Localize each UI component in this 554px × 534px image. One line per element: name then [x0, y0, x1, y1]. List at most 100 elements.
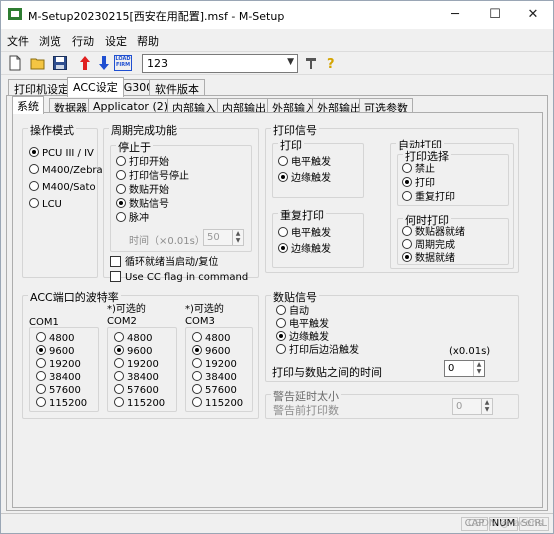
menu-browse[interactable]: 浏览: [39, 33, 61, 49]
mode-m400-zebra-radio[interactable]: M400/Zebra: [29, 164, 103, 177]
load-firmware-icon[interactable]: LOAD FIRM: [114, 55, 132, 71]
minimize-button[interactable]: ─: [435, 1, 475, 29]
com2-115200-radio[interactable]: 115200: [114, 397, 165, 410]
baud-rate-group: ACC端口的波特率 COM1 4800 9600 19200 38400 576…: [22, 289, 259, 419]
cycle-ready-checkbox[interactable]: 循环就绪当启动/复位: [110, 256, 218, 269]
menu-action[interactable]: 行动: [72, 33, 94, 49]
com3-115200-radio[interactable]: 115200: [192, 397, 243, 410]
warn-count-value: 0: [456, 401, 463, 412]
download-arrow-icon[interactable]: [96, 55, 112, 71]
new-file-icon[interactable]: [7, 55, 23, 71]
menu-bar: 文件 浏览 行动 设定 帮助: [1, 30, 553, 50]
stop-print-signal-stop-radio[interactable]: 打印信号停止: [116, 170, 189, 183]
menu-settings[interactable]: 设定: [105, 33, 127, 49]
save-icon[interactable]: [52, 55, 68, 71]
cycle-complete-title: 周期完成功能: [109, 122, 179, 138]
com1-9600-radio[interactable]: 9600: [36, 345, 74, 358]
com2-19200-radio[interactable]: 19200: [114, 358, 159, 371]
print-level-trigger-radio[interactable]: 电平触发: [278, 156, 331, 169]
cycle-complete-group: 周期完成功能 停止于 打印开始 打印信号停止 数贴开始 数贴信号 脉冲 时间（×…: [103, 122, 259, 283]
chevron-down-icon: ▼: [287, 57, 294, 67]
mode-m400-sato-radio[interactable]: M400/Sato: [29, 181, 96, 194]
label-signal-title: 数贴信号: [271, 289, 319, 305]
stop-pulse-radio[interactable]: 脉冲: [116, 212, 149, 225]
subtab-system[interactable]: 系统: [12, 96, 44, 114]
com2-38400-radio[interactable]: 38400: [114, 371, 159, 384]
time-stepper[interactable]: 50 ▲ ▼: [203, 229, 244, 246]
time-value: 50: [207, 232, 220, 243]
print-select-repeat-radio[interactable]: 重复打印: [402, 191, 455, 204]
upload-arrow-icon[interactable]: [77, 55, 93, 71]
label-signal-group: 数贴信号 自动 电平触发 边缘触发 打印后边沿触发 (x0.01s) 打印与数贴…: [265, 289, 519, 382]
repeat-level-trigger-radio[interactable]: 电平触发: [278, 227, 331, 240]
mode-pcu-radio[interactable]: PCU III / IV: [29, 147, 94, 160]
status-bar: CAP NUM SCRL CSDN @racens: [1, 513, 553, 533]
delay-value: 0: [448, 363, 455, 374]
stop-label-signal-radio[interactable]: 数贴信号: [116, 198, 169, 211]
menu-help[interactable]: 帮助: [137, 33, 159, 49]
com1-group: 4800 9600 19200 38400 57600 115200: [29, 327, 99, 412]
label-auto-radio[interactable]: 自动: [276, 305, 309, 318]
when-cycle-complete-radio[interactable]: 周期完成: [402, 239, 455, 252]
com2-4800-radio[interactable]: 4800: [114, 332, 152, 345]
label-post-print-edge-radio[interactable]: 打印后边沿触发: [276, 344, 359, 357]
com3-57600-radio[interactable]: 57600: [192, 384, 237, 397]
watermark: CSDN @racens: [467, 518, 543, 529]
tab-software-version[interactable]: 软件版本: [149, 79, 205, 96]
when-applicator-ready-radio[interactable]: 数贴器就绪: [402, 226, 465, 239]
com2-57600-radio[interactable]: 57600: [114, 384, 159, 397]
use-cc-flag-checkbox[interactable]: Use CC flag in command: [110, 271, 248, 284]
title-bar: M-Setup20230215[西安在用配置].msf - M-Setup ─ …: [1, 1, 553, 29]
tab-acc-settings[interactable]: ACC设定: [67, 77, 124, 97]
com2-9600-radio[interactable]: 9600: [114, 345, 152, 358]
com3-9600-radio[interactable]: 9600: [192, 345, 230, 358]
com1-38400-radio[interactable]: 38400: [36, 371, 81, 384]
toolbar: LOAD FIRM 123 ▼ ?: [1, 51, 553, 75]
config-combo[interactable]: 123 ▼: [142, 54, 298, 73]
svg-text:?: ?: [327, 57, 335, 71]
acc-settings-page: 系统 数据器 Applicator (2) 内部输入 内部输出 外部输入 外部输…: [6, 95, 548, 511]
help-icon[interactable]: ?: [323, 55, 339, 71]
close-button[interactable]: ✕: [513, 1, 553, 29]
warn-count-stepper[interactable]: 0 ▲ ▼: [452, 398, 493, 415]
warn-delay-group: 警告延时太小 警告前打印数 0 ▲ ▼: [265, 388, 519, 419]
label-level-trigger-radio[interactable]: 电平触发: [276, 318, 329, 331]
com2-group: 4800 9600 19200 38400 57600 115200: [107, 327, 177, 412]
delay-unit-label: (x0.01s): [449, 346, 491, 357]
com3-19200-radio[interactable]: 19200: [192, 358, 237, 371]
pin-icon[interactable]: [303, 55, 319, 71]
mode-lcu-radio[interactable]: LCU: [29, 198, 62, 211]
com1-19200-radio[interactable]: 19200: [36, 358, 81, 371]
when-data-ready-radio[interactable]: 数据就绪: [402, 252, 455, 265]
com3-38400-radio[interactable]: 38400: [192, 371, 237, 384]
operation-mode-title: 操作模式: [28, 122, 76, 138]
stop-print-start-radio[interactable]: 打印开始: [116, 156, 169, 169]
com1-4800-radio[interactable]: 4800: [36, 332, 74, 345]
print-select-print-radio[interactable]: 打印: [402, 177, 435, 190]
stepper-arrows-icon: ▲ ▼: [232, 230, 243, 245]
com1-57600-radio[interactable]: 57600: [36, 384, 81, 397]
com1-115200-radio[interactable]: 115200: [36, 397, 87, 410]
tab-printer-settings[interactable]: 打印机设定: [8, 79, 75, 96]
com3-4800-radio[interactable]: 4800: [192, 332, 230, 345]
stepper-arrows-icon: ▲ ▼: [481, 399, 492, 414]
print-select-disable-radio[interactable]: 禁止: [402, 163, 435, 176]
open-folder-icon[interactable]: [30, 55, 46, 71]
stop-label-start-radio[interactable]: 数贴开始: [116, 184, 169, 197]
print-select-group: 打印选择 禁止 打印 重复打印: [397, 148, 509, 206]
com3-group: 4800 9600 19200 38400 57600 115200: [185, 327, 253, 412]
delay-stepper[interactable]: 0 ▲ ▼: [444, 360, 485, 377]
maximize-button[interactable]: ☐: [475, 1, 515, 29]
config-combo-value: 123: [147, 57, 168, 70]
menu-file[interactable]: 文件: [7, 33, 29, 49]
baud-rate-title: ACC端口的波特率: [28, 289, 121, 305]
print-trigger-group: 打印 电平触发 边缘触发: [272, 137, 364, 198]
window-title: M-Setup20230215[西安在用配置].msf - M-Setup: [28, 10, 285, 23]
auto-print-group: 自动打印 打印选择 禁止 打印 重复打印 何时打印 数贴器就绪 周期完成 数据就…: [390, 137, 514, 269]
print-edge-trigger-radio[interactable]: 边缘触发: [278, 172, 331, 185]
repeat-edge-trigger-radio[interactable]: 边缘触发: [278, 243, 331, 256]
app-icon: [8, 8, 22, 20]
time-label: 时间（×0.01s）: [129, 236, 205, 247]
print-signal-group: 打印信号 打印 电平触发 边缘触发 重复打印 电平触发 边缘触发 自动打印 打印…: [265, 122, 519, 273]
label-edge-trigger-radio[interactable]: 边缘触发: [276, 331, 329, 344]
